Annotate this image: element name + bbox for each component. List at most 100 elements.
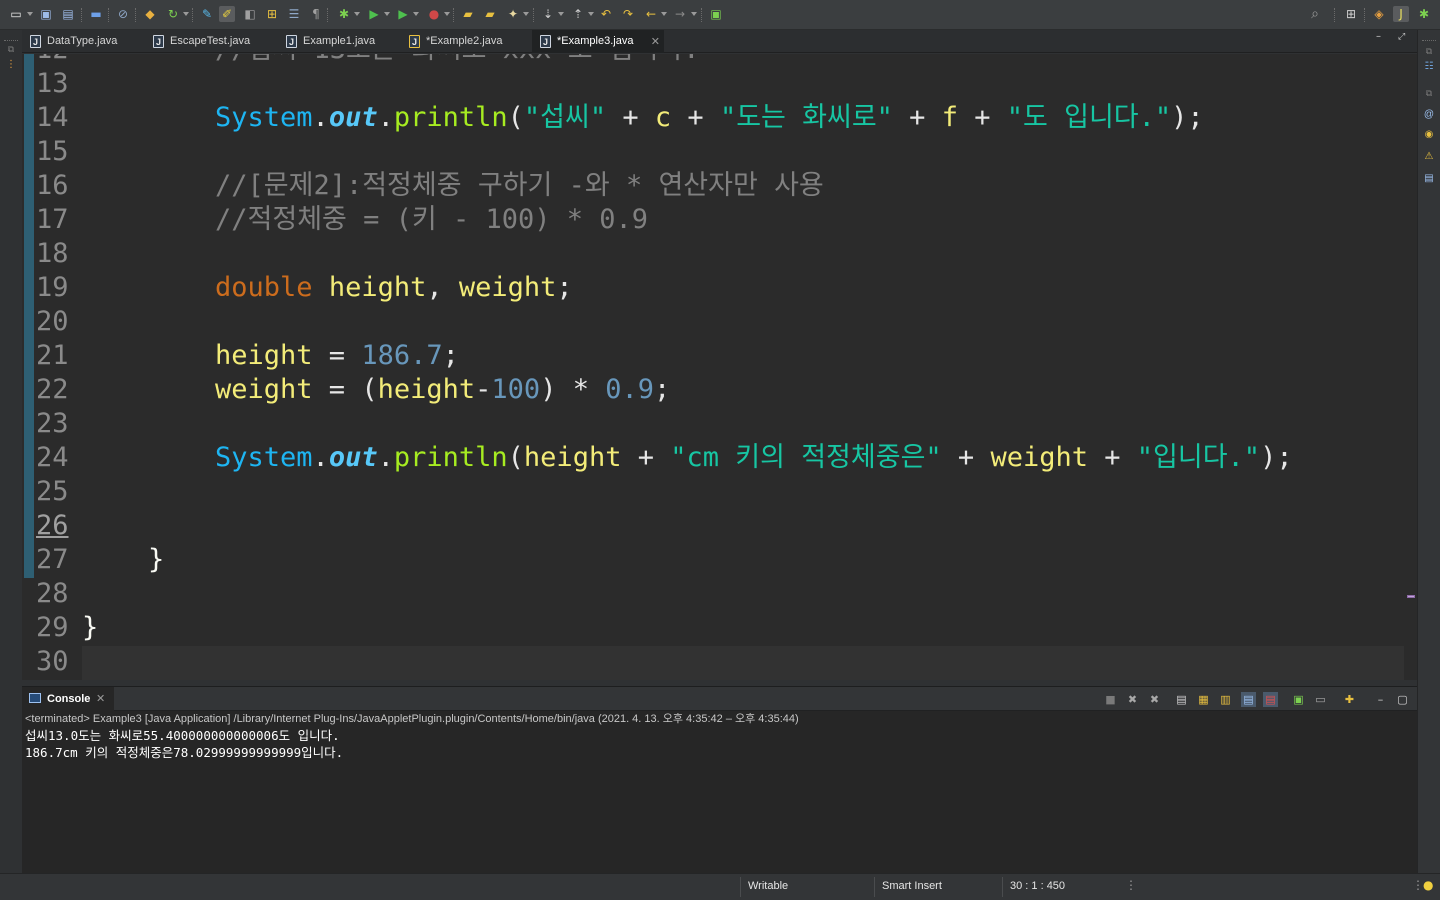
- previous-annotation-icon[interactable]: ⇡: [570, 6, 586, 22]
- next-annotation-icon[interactable]: ⇣: [540, 6, 556, 22]
- block-selection-icon[interactable]: ◧: [242, 6, 258, 22]
- close-tab-icon[interactable]: ✕: [651, 30, 660, 53]
- previous-annotation-dropdown-icon[interactable]: [588, 12, 594, 16]
- open-perspective-icon[interactable]: ⊞: [1343, 6, 1359, 22]
- main-toolbar: ▭ ▣ ▤ ▬ ⊘ ◆ ↻ ✎ ✐ ◧ ⊞ ☰ ¶ ✱ ▶ ▶ ● ▰ ▰ ✦ …: [0, 0, 1440, 30]
- tab-escapetest[interactable]: EscapeTest.java: [145, 30, 277, 54]
- trim-handle[interactable]: [1422, 40, 1436, 41]
- new-dropdown-icon[interactable]: [27, 12, 33, 16]
- open-folder-icon[interactable]: ▰: [482, 6, 498, 22]
- remove-all-terminated-icon[interactable]: ✖: [1147, 692, 1162, 707]
- display-console-icon[interactable]: ▭: [1313, 692, 1328, 707]
- new-icon[interactable]: ▭: [8, 6, 24, 22]
- status-insert-mode[interactable]: Smart Insert: [882, 874, 942, 900]
- javadoc-icon[interactable]: @: [1422, 108, 1436, 122]
- minimize-editor-icon[interactable]: –: [1376, 32, 1386, 42]
- token-operator: +: [671, 102, 720, 133]
- open-type-icon[interactable]: ◆: [142, 6, 158, 22]
- overview-marker[interactable]: [1407, 595, 1415, 598]
- problems-icon[interactable]: ⚠: [1422, 150, 1436, 164]
- highlight-icon[interactable]: ✐: [219, 6, 235, 22]
- code-line-22: weight = (height-100) * 0.9;: [215, 373, 670, 407]
- last-edit-location-icon[interactable]: ↶: [598, 6, 614, 22]
- pin-console-icon[interactable]: ▣: [1291, 692, 1306, 707]
- java-perspective-icon[interactable]: J: [1393, 6, 1409, 22]
- run-dropdown-icon[interactable]: [384, 12, 390, 16]
- forward-icon[interactable]: →: [672, 6, 688, 22]
- word-wrap-console-icon[interactable]: ▦: [1196, 692, 1211, 707]
- forward-edit-icon[interactable]: ↷: [620, 6, 636, 22]
- tab-console[interactable]: Console ✕: [22, 687, 114, 711]
- toggle-annotation-icon[interactable]: ✎: [199, 6, 215, 22]
- next-annotation-dropdown-icon[interactable]: [558, 12, 564, 16]
- refresh-dropdown-icon[interactable]: [183, 12, 189, 16]
- search-tools-icon[interactable]: ✦: [505, 6, 521, 22]
- external-tools-dropdown-icon[interactable]: [444, 12, 450, 16]
- external-tools-icon[interactable]: ●: [426, 6, 442, 22]
- tab-example2[interactable]: *Example2.java: [401, 30, 531, 54]
- show-whitespace-icon[interactable]: ☰: [286, 6, 302, 22]
- status-menu-icon[interactable]: ⋮: [1125, 878, 1137, 892]
- console-icon: [29, 693, 41, 703]
- debug-perspective-icon[interactable]: ✱: [1416, 6, 1432, 22]
- tab-example1[interactable]: Example1.java: [278, 30, 400, 54]
- refresh-icon[interactable]: ↻: [165, 6, 181, 22]
- word-wrap-icon[interactable]: ⊞: [264, 6, 280, 22]
- coverage-dropdown-icon[interactable]: [413, 12, 419, 16]
- debug-icon[interactable]: ✱: [336, 6, 352, 22]
- back-dropdown-icon[interactable]: [661, 12, 667, 16]
- skip-breakpoints-icon[interactable]: ⊘: [115, 6, 131, 22]
- overview-ruler[interactable]: [1404, 54, 1417, 680]
- show-on-output-icon[interactable]: ▥: [1218, 692, 1233, 707]
- task-list-icon[interactable]: ▤: [1422, 172, 1436, 186]
- terminal-icon[interactable]: ▬: [88, 6, 104, 22]
- coverage-icon[interactable]: ▶: [395, 6, 411, 22]
- save-all-icon[interactable]: ▤: [60, 6, 76, 22]
- line-number: 21: [36, 340, 69, 371]
- console-tab-label: Console: [47, 693, 91, 705]
- remove-launch-icon[interactable]: ✖: [1125, 692, 1140, 707]
- pin-editor-icon[interactable]: ▣: [708, 6, 724, 22]
- show-on-stdout-icon[interactable]: ▤: [1241, 692, 1256, 707]
- restore-icon[interactable]: ⧉: [1422, 86, 1436, 100]
- status-cursor-position[interactable]: 30 : 1 : 450: [1010, 874, 1065, 900]
- java-file-icon: [30, 31, 41, 54]
- token-class: System: [215, 442, 313, 473]
- token-field: out: [328, 442, 378, 473]
- tab-datatype[interactable]: DataType.java: [22, 30, 144, 54]
- minimize-console-icon[interactable]: –: [1373, 692, 1388, 707]
- forward-dropdown-icon[interactable]: [691, 12, 697, 16]
- search-icon[interactable]: ⌕: [1307, 6, 1323, 22]
- tab-example3[interactable]: *Example3.java ✕: [532, 30, 664, 54]
- open-console-icon[interactable]: ✚: [1342, 692, 1357, 707]
- token-operator: +: [621, 442, 671, 473]
- debug-dropdown-icon[interactable]: [354, 12, 360, 16]
- outline-icon[interactable]: ☷: [1422, 60, 1436, 74]
- tab-label: EscapeTest.java: [170, 35, 251, 47]
- declaration-icon[interactable]: ◉: [1422, 128, 1436, 142]
- maximize-console-icon[interactable]: ▢: [1395, 692, 1410, 707]
- restore-icon[interactable]: ⧉: [1422, 44, 1436, 58]
- token-string: "도는 화씨로": [719, 102, 893, 133]
- toolbar-separator: [81, 8, 82, 22]
- search-tools-dropdown-icon[interactable]: [523, 12, 529, 16]
- java-ee-perspective-icon[interactable]: ◈: [1371, 6, 1387, 22]
- save-icon[interactable]: ▣: [38, 6, 54, 22]
- paragraph-icon[interactable]: ¶: [308, 6, 324, 22]
- new-java-project-icon[interactable]: ▰: [460, 6, 476, 22]
- back-icon[interactable]: ←: [643, 6, 659, 22]
- close-console-icon[interactable]: ✕: [96, 687, 105, 711]
- maximize-editor-icon[interactable]: ⤢: [1398, 32, 1408, 42]
- tab-label: Example1.java: [303, 35, 376, 47]
- tip-lightbulb-icon[interactable]: ●: [1423, 878, 1433, 892]
- code-text-area[interactable]: //섭씨 13도는 화씨로 xxx 도 입니다. System.out.prin…: [82, 54, 1404, 680]
- code-line-29-brace: }: [82, 612, 99, 643]
- run-icon[interactable]: ▶: [366, 6, 382, 22]
- restore-icon[interactable]: ⧉: [4, 42, 18, 56]
- trim-handle[interactable]: [4, 40, 18, 41]
- scroll-lock-icon[interactable]: ▤: [1174, 692, 1189, 707]
- terminate-icon[interactable]: ■: [1103, 692, 1118, 707]
- show-on-stderr-icon[interactable]: ▤: [1263, 692, 1278, 707]
- package-explorer-icon[interactable]: ⋮: [4, 58, 18, 72]
- code-editor[interactable]: 12 13 14 15 16 17 18 19 20 21 22 23 24 2…: [22, 54, 1417, 680]
